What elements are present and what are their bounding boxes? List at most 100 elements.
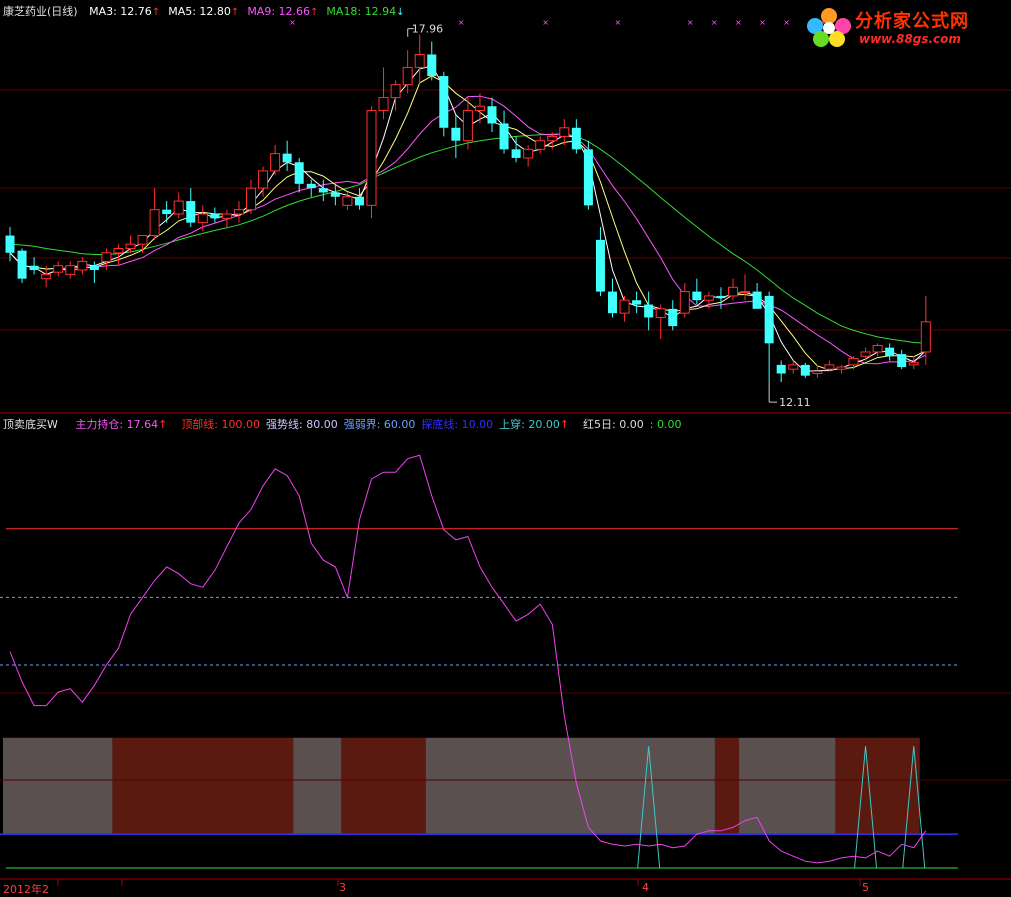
candle-body-down[interactable] xyxy=(776,364,786,374)
indicator-panel-header: 顶卖底买W 主力持仓: 17.64↑ 顶部线: 100.00 强势线: 80.00 强… xyxy=(3,416,695,432)
candle-body-up[interactable] xyxy=(113,247,124,254)
candle-body-up[interactable] xyxy=(860,351,871,357)
signal-mark-icon: × xyxy=(735,18,742,27)
candle-body-up[interactable] xyxy=(474,105,485,112)
candle-body-up[interactable] xyxy=(535,140,546,150)
candle-body-down[interactable] xyxy=(29,265,39,271)
signal-band[interactable] xyxy=(739,737,836,835)
candle-body-up[interactable] xyxy=(414,53,425,68)
candle-body-up[interactable] xyxy=(908,362,919,366)
candle-body-down[interactable] xyxy=(499,123,509,150)
candle-body-down[interactable] xyxy=(608,291,617,314)
candle-body-up[interactable] xyxy=(270,153,281,172)
indicator-legend-item: 顶部线: 100.00 xyxy=(181,418,261,431)
candle-body-up[interactable] xyxy=(77,260,88,271)
candle-body-down[interactable] xyxy=(752,291,762,309)
candle-body-down[interactable] xyxy=(764,295,774,344)
candle-body-up[interactable] xyxy=(836,366,847,370)
candle-body-up[interactable] xyxy=(728,286,738,297)
signal-mark-icon: × xyxy=(711,18,718,27)
candle-body-down[interactable] xyxy=(571,127,581,150)
candle-body-up[interactable] xyxy=(125,243,136,249)
candle-body-down[interactable] xyxy=(716,295,726,299)
candle-body-up[interactable] xyxy=(197,213,208,224)
candle-body-up[interactable] xyxy=(53,265,64,273)
candle-body-down[interactable] xyxy=(354,196,364,206)
candle-body-down[interactable] xyxy=(897,354,907,368)
candle-body-up[interactable] xyxy=(462,110,473,142)
candle-body-down[interactable] xyxy=(595,239,605,292)
candle-body-up[interactable] xyxy=(824,364,835,370)
candle-body-up[interactable] xyxy=(149,209,160,237)
candle-body-up[interactable] xyxy=(703,295,714,301)
candle-body-up[interactable] xyxy=(137,235,148,245)
candle-body-down[interactable] xyxy=(885,347,895,357)
signal-mark-icon: × xyxy=(289,18,296,27)
candle-body-up[interactable] xyxy=(258,170,269,189)
candle-body-down[interactable] xyxy=(451,127,461,141)
candle-body-up[interactable] xyxy=(619,299,630,314)
candle-body-down[interactable] xyxy=(294,162,304,184)
date-label-mar: 3 xyxy=(339,881,346,894)
candle-body-up[interactable] xyxy=(872,344,883,353)
candle-body-up[interactable] xyxy=(812,370,823,375)
candle-body-down[interactable] xyxy=(282,153,292,163)
candle-body-up[interactable] xyxy=(402,66,413,86)
candle-body-down[interactable] xyxy=(487,106,497,124)
candle-body-down[interactable] xyxy=(668,308,678,327)
price-panel-header: 康芝药业(日线) MA3: 12.76↑ MA5: 12.80↑ MA9: 12.6… xyxy=(3,3,421,19)
signal-mark-icon: × xyxy=(759,18,766,27)
candle-body-up[interactable] xyxy=(390,84,401,99)
candle-body-up[interactable] xyxy=(655,308,666,318)
signal-band[interactable] xyxy=(341,737,426,835)
candle-body-down[interactable] xyxy=(186,201,196,223)
candle-body-down[interactable] xyxy=(583,149,593,206)
candle-body-down[interactable] xyxy=(210,214,220,219)
candle-body-down[interactable] xyxy=(17,250,27,279)
indicator-title[interactable]: 顶卖底买W xyxy=(3,418,58,431)
signal-band[interactable] xyxy=(3,737,113,835)
candle-body-up[interactable] xyxy=(378,97,389,112)
candle-body-down[interactable] xyxy=(511,149,521,158)
candle-body-up[interactable] xyxy=(848,357,859,366)
candle-body-down[interactable] xyxy=(644,304,654,318)
candle-body-up[interactable] xyxy=(221,213,232,219)
candle-body-up[interactable] xyxy=(788,364,799,370)
candle-body-up[interactable] xyxy=(920,321,931,353)
candle-body-down[interactable] xyxy=(306,183,316,189)
date-label-may: 5 xyxy=(862,881,869,894)
date-label-apr: 4 xyxy=(642,881,649,894)
high-price-label: 17.96 xyxy=(412,23,444,36)
candle-body-up[interactable] xyxy=(547,135,558,142)
candle-body-up[interactable] xyxy=(679,291,690,314)
candle-body-up[interactable] xyxy=(559,127,570,137)
candle-body-down[interactable] xyxy=(89,265,99,271)
candle-body-up[interactable] xyxy=(246,187,256,211)
candle-body-up[interactable] xyxy=(101,252,112,262)
candle-body-up[interactable] xyxy=(342,196,353,206)
signal-band[interactable] xyxy=(112,737,294,835)
candle-body-down[interactable] xyxy=(330,192,340,197)
signal-band[interactable] xyxy=(293,737,342,835)
candle-body-up[interactable] xyxy=(740,291,751,294)
trend-arrow-icon: ↑ xyxy=(559,418,570,431)
candle-body-down[interactable] xyxy=(427,54,437,77)
chart-canvas[interactable]: 17.9612.11× × × × × × × × × × xyxy=(0,0,1011,896)
stock-title[interactable]: 康芝药业(日线) xyxy=(3,5,78,18)
trend-arrow-icon: ↑ xyxy=(158,418,168,431)
candle-body-down[interactable] xyxy=(162,209,172,214)
candle-body-down[interactable] xyxy=(692,291,702,301)
candle-body-down[interactable] xyxy=(632,300,642,305)
flower-logo-icon xyxy=(807,8,851,47)
candle-body-up[interactable] xyxy=(523,148,534,159)
candle-body-down[interactable] xyxy=(439,76,449,128)
candle-body-down[interactable] xyxy=(318,188,328,193)
candle-body-up[interactable] xyxy=(65,265,76,275)
signal-band[interactable] xyxy=(714,737,740,835)
candle-body-down[interactable] xyxy=(800,364,810,376)
candle-body-up[interactable] xyxy=(41,273,52,280)
candle-body-up[interactable] xyxy=(173,200,184,215)
candle-body-up[interactable] xyxy=(233,209,244,215)
candle-body-up[interactable] xyxy=(366,110,377,206)
candle-body-down[interactable] xyxy=(5,235,15,253)
